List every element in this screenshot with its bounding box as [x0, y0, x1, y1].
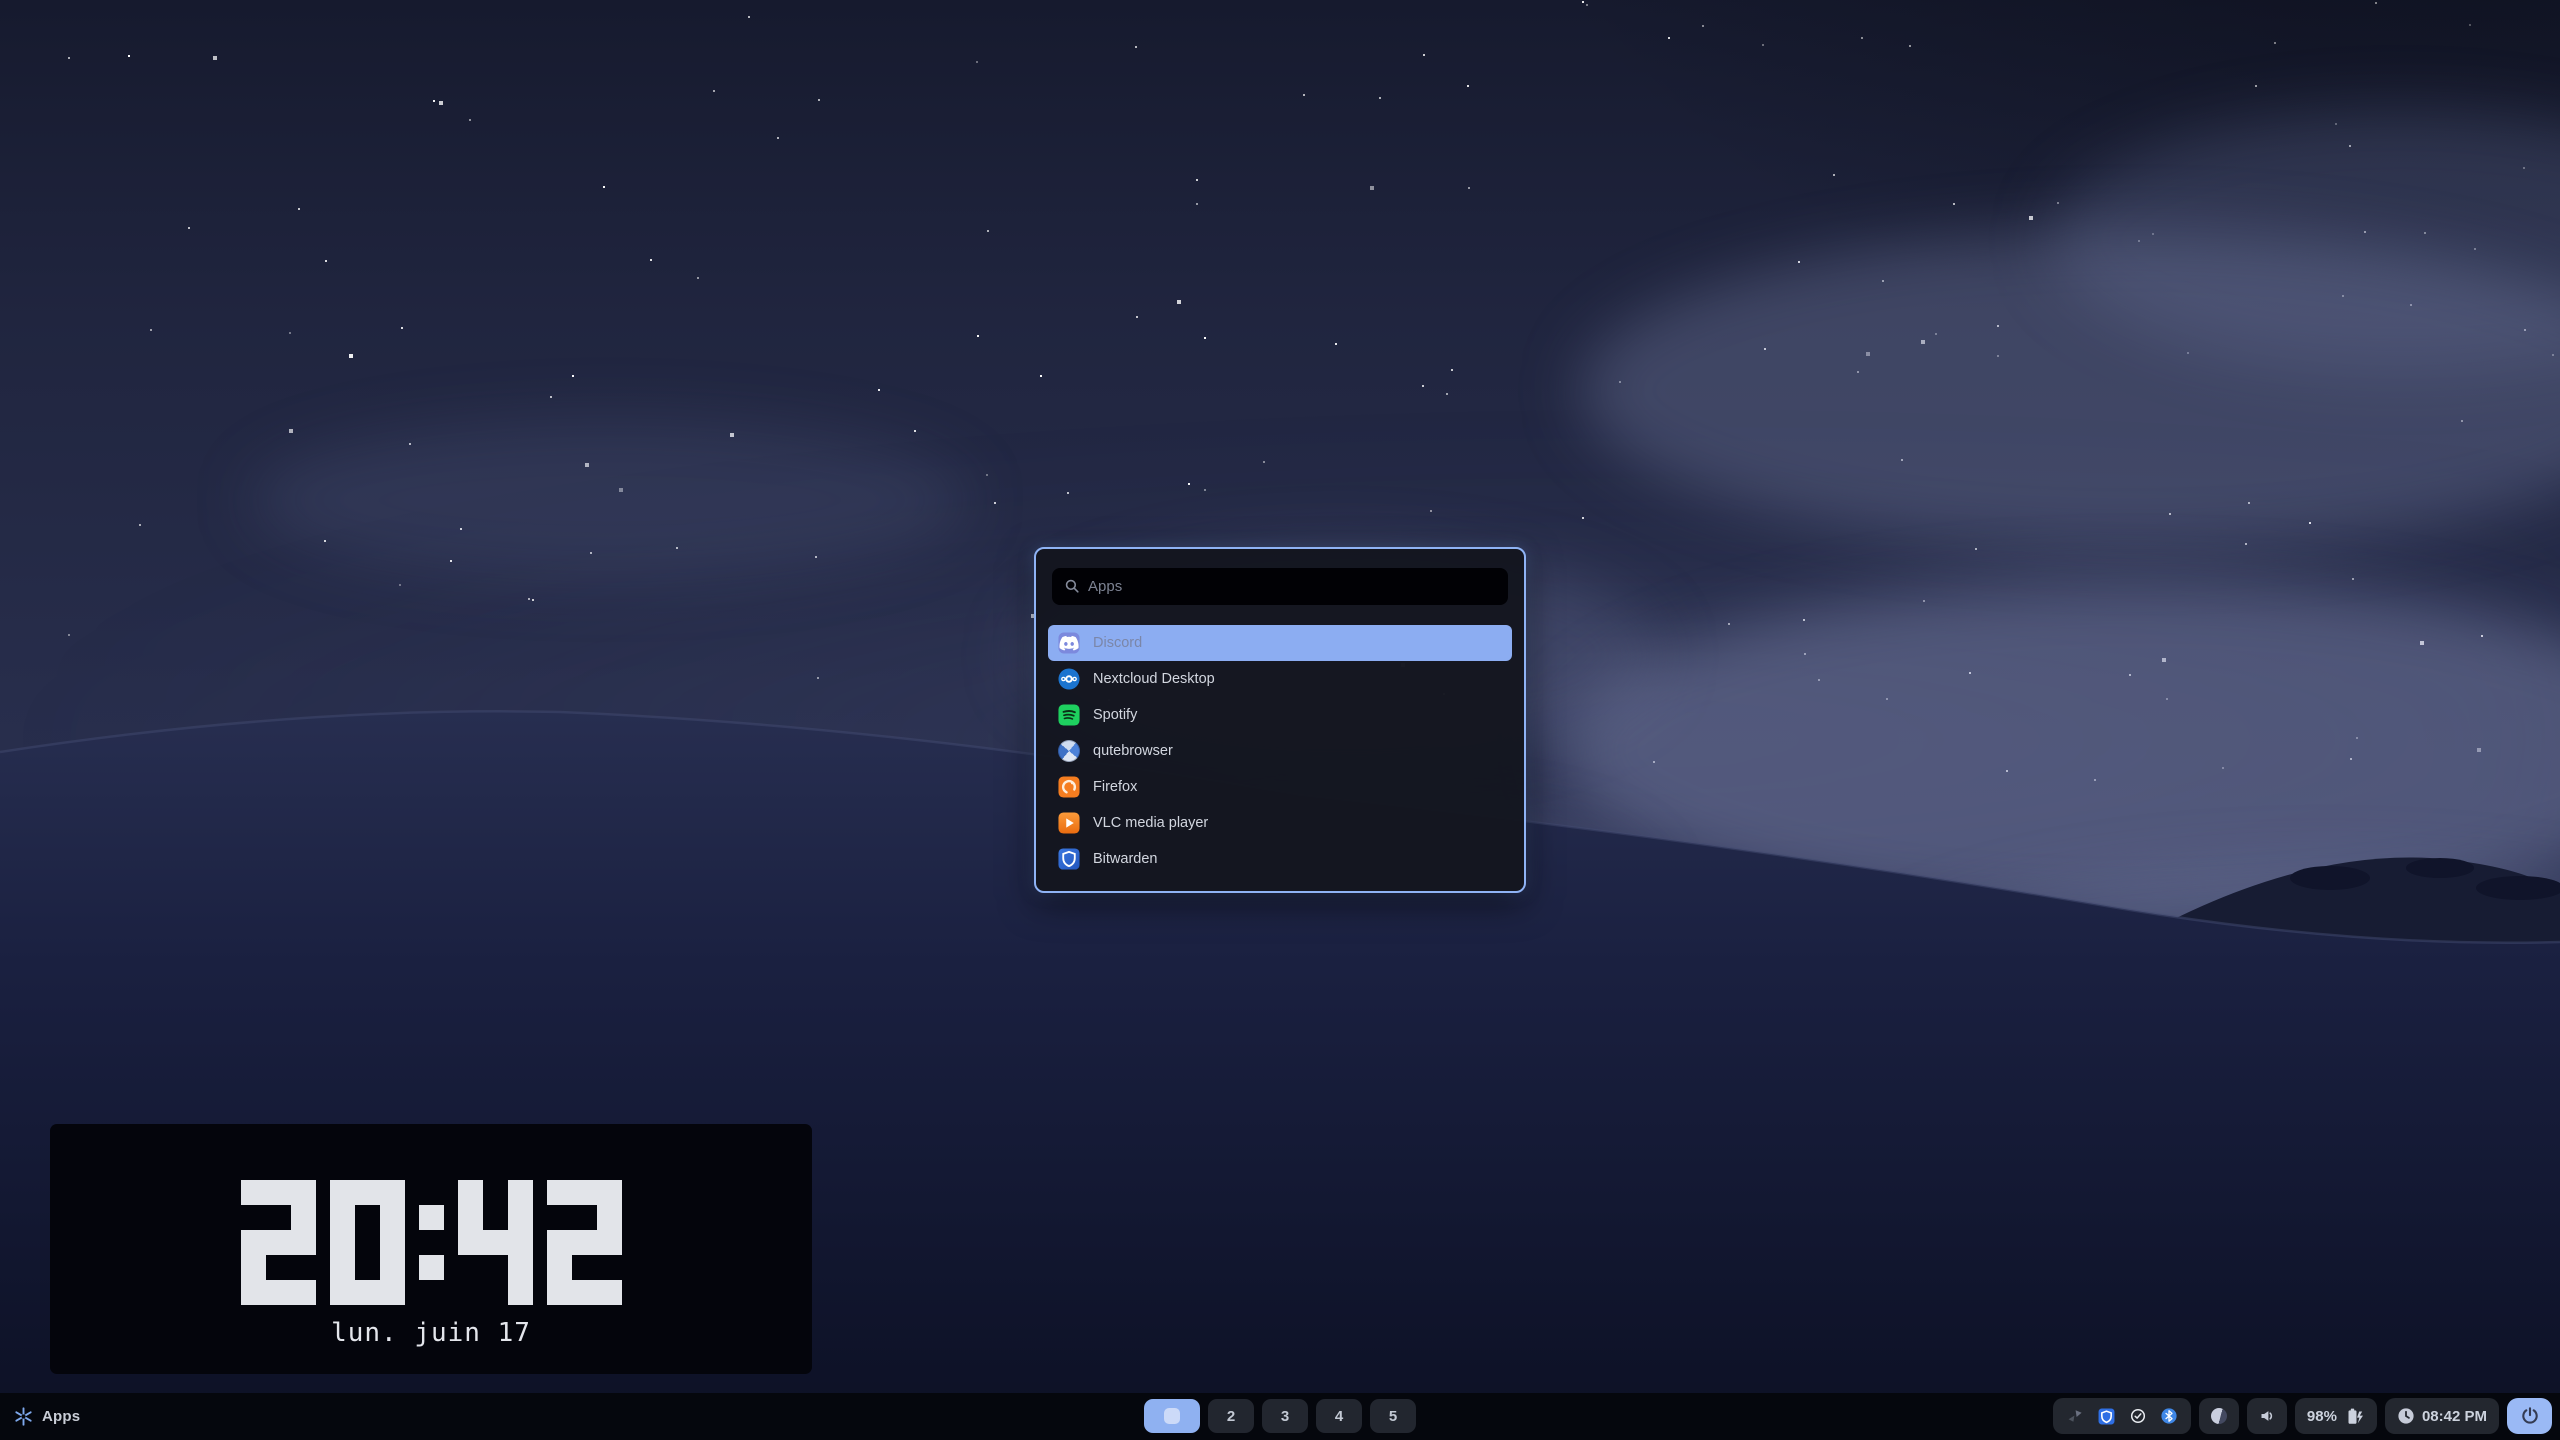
workspace-window-dot	[1164, 1408, 1180, 1424]
app-item-label: VLC media player	[1093, 815, 1208, 831]
taskbar: Apps 2 3 4 5	[0, 1393, 2560, 1440]
workspace-switcher: 2 3 4 5	[1144, 1399, 1416, 1433]
vlc-icon	[1058, 812, 1080, 834]
app-item-spotify[interactable]: Spotify	[1048, 697, 1512, 733]
volume-control[interactable]	[2247, 1398, 2287, 1434]
apps-menu-button[interactable]: Apps	[14, 1393, 80, 1440]
workspace-4[interactable]: 4	[1316, 1399, 1362, 1433]
app-item-bitwarden[interactable]: Bitwarden	[1048, 841, 1512, 877]
app-item-nextcloud[interactable]: Nextcloud Desktop	[1048, 661, 1512, 697]
spotify-icon	[1058, 704, 1080, 726]
app-item-label: Spotify	[1093, 707, 1137, 723]
clock-time	[50, 1180, 812, 1305]
app-item-qutebrowser[interactable]: qutebrowser	[1048, 733, 1512, 769]
workspace-2[interactable]: 2	[1208, 1399, 1254, 1433]
search-icon	[1064, 578, 1081, 595]
power-button[interactable]	[2507, 1398, 2552, 1434]
app-item-vlc[interactable]: VLC media player	[1048, 805, 1512, 841]
search-input[interactable]	[1086, 577, 1496, 596]
app-launcher: Discord Nextcloud Desktop	[1034, 547, 1526, 893]
nextcloud-icon	[1058, 668, 1080, 690]
night-light-icon	[2211, 1408, 2227, 1424]
discord-icon	[1058, 632, 1080, 654]
app-item-firefox[interactable]: Firefox	[1048, 769, 1512, 805]
night-light-toggle[interactable]	[2199, 1398, 2239, 1434]
taskbar-time: 08:42 PM	[2422, 1408, 2487, 1425]
battery-percent: 98%	[2307, 1408, 2337, 1425]
workspace-3[interactable]: 3	[1262, 1399, 1308, 1433]
workspace-5[interactable]: 5	[1370, 1399, 1416, 1433]
battery-charging-icon	[2344, 1407, 2365, 1426]
desktop: lun. juin 17 Discord	[0, 0, 2560, 1440]
check-circle-icon[interactable]	[2130, 1408, 2146, 1424]
system-tray-area: 98% 08:42 PM	[2053, 1398, 2552, 1434]
battery-indicator[interactable]: 98%	[2295, 1398, 2377, 1434]
app-item-label: Discord	[1093, 635, 1142, 651]
clock-widget: lun. juin 17	[50, 1124, 812, 1374]
app-item-label: Nextcloud Desktop	[1093, 671, 1215, 687]
nixos-snowflake-icon	[14, 1407, 33, 1426]
firefox-icon	[1058, 776, 1080, 798]
bitwarden-icon	[1058, 848, 1080, 870]
app-item-label: qutebrowser	[1093, 743, 1173, 759]
bluetooth-icon[interactable]	[2161, 1408, 2177, 1424]
clock-date: lun. juin 17	[50, 1318, 812, 1348]
connect-arrows-icon[interactable]	[2067, 1408, 2083, 1424]
taskbar-clock[interactable]: 08:42 PM	[2385, 1398, 2499, 1434]
volume-icon	[2259, 1408, 2275, 1424]
apps-menu-label: Apps	[42, 1408, 80, 1425]
app-item-label: Bitwarden	[1093, 851, 1157, 867]
clock-icon	[2397, 1407, 2415, 1425]
qutebrowser-icon	[1058, 740, 1080, 762]
app-item-label: Firefox	[1093, 779, 1137, 795]
app-item-discord[interactable]: Discord	[1048, 625, 1512, 661]
tray-icons-pill	[2053, 1398, 2191, 1434]
app-list: Discord Nextcloud Desktop	[1048, 625, 1512, 877]
power-icon	[2519, 1405, 2541, 1427]
search-box[interactable]	[1052, 568, 1508, 605]
bitwarden-shield-icon[interactable]	[2098, 1408, 2115, 1425]
workspace-1-active[interactable]	[1144, 1399, 1200, 1433]
